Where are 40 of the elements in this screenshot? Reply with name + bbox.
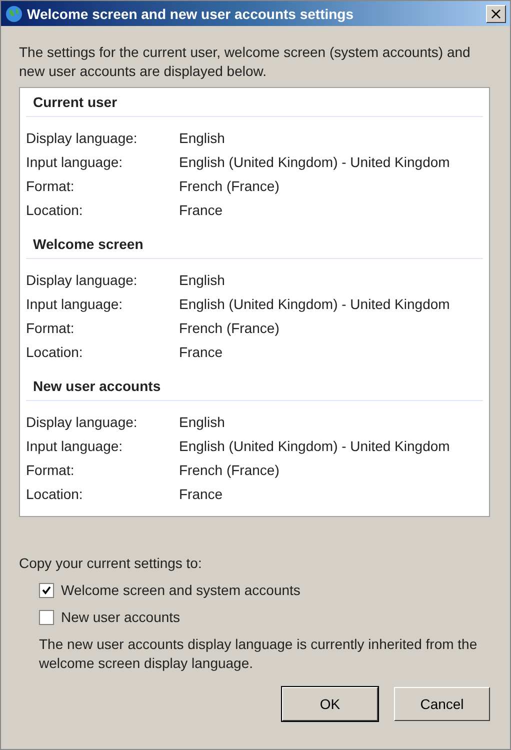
globe-icon [5,4,23,22]
setting-value: English (United Kingdom) - United Kingdom [179,437,451,455]
setting-label: Format: [26,177,76,195]
setting-value: French (France) [179,461,280,479]
section-heading: New user accounts [26,372,483,401]
note-text: The new user accounts display language is currently inherited from the welcome screen display language. [39,635,478,673]
section-heading: Welcome screen [26,230,483,259]
intro-text: The settings for the current user, welcome screen (system accounts) and new user accounts are displayed below. [19,43,472,81]
setting-value: English [179,413,226,431]
setting-label: Format: [26,461,76,479]
setting-label: Input language: [26,153,124,171]
checkbox[interactable] [39,610,54,624]
checkbox-label: Welcome screen and system accounts [61,582,300,598]
setting-label: Display language: [26,413,138,431]
setting-value: France [179,201,224,219]
checkbox-label: New user accounts [61,609,180,625]
setting-value: English [179,271,226,289]
section-heading: Current user [26,88,483,117]
setting-label: Location: [26,343,84,361]
setting-value: English [179,129,226,147]
setting-value: English (United Kingdom) - United Kingdom [179,295,451,313]
copy-label: Copy your current settings to: [19,555,203,571]
checkmark-icon [42,586,51,594]
setting-label: Format: [26,319,76,337]
cancel-button[interactable]: Cancel [394,687,490,721]
setting-label: Display language: [26,271,138,289]
setting-label: Input language: [26,437,124,455]
window-title: Welcome screen and new user accounts settings [27,6,355,22]
close-button[interactable]: × [486,4,506,22]
setting-value: French (France) [179,319,280,337]
setting-label: Display language: [26,129,138,147]
setting-value: French (France) [179,177,280,195]
checkbox[interactable] [39,582,54,598]
setting-label: Input language: [26,295,124,313]
setting-value: English (United Kingdom) - United Kingdom [179,153,451,171]
setting-label: Location: [26,201,84,219]
ok-button[interactable]: OK [282,687,378,721]
setting-value: France [179,343,224,361]
setting-value: France [179,485,224,503]
setting-label: Location: [26,485,84,503]
